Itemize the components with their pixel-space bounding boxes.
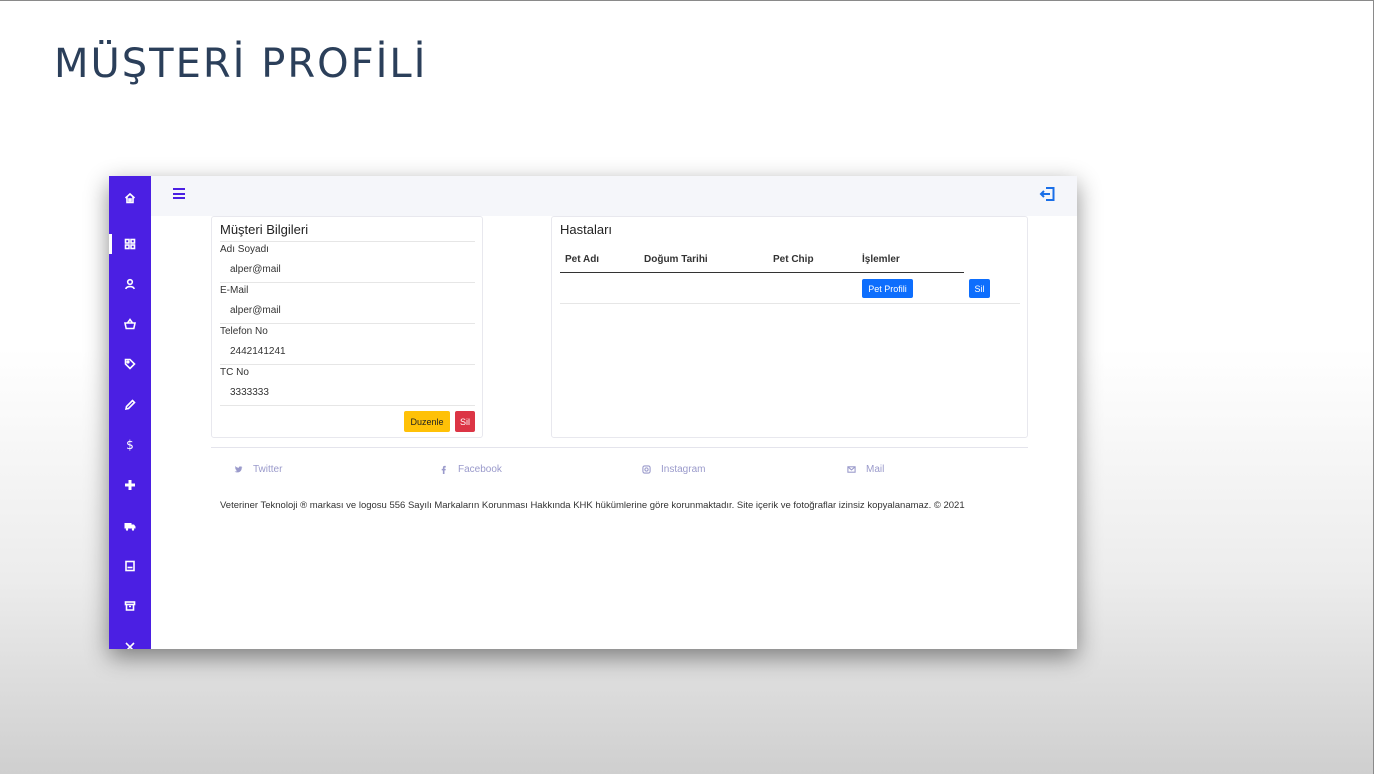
user-icon[interactable] xyxy=(109,274,151,294)
tag-icon[interactable] xyxy=(109,354,151,374)
column-header-birth-date: Doğum Tarihi xyxy=(644,254,708,265)
field-value: alper@mail xyxy=(230,264,281,275)
field-email: E-Mail alper@mail xyxy=(220,283,475,324)
instagram-link[interactable]: Instagram xyxy=(642,464,705,475)
field-label: Adı Soyadı xyxy=(220,244,269,255)
table-row-divider xyxy=(560,303,1020,304)
home-icon[interactable] xyxy=(109,188,151,208)
pencil-icon[interactable] xyxy=(109,395,151,415)
field-value: 3333333 xyxy=(230,387,269,398)
facebook-link[interactable]: Facebook xyxy=(439,464,502,475)
twitter-label: Twitter xyxy=(253,464,283,475)
delete-customer-button[interactable]: Sil xyxy=(455,411,475,432)
app-window: $ Müşteri Bilgileri Adı Soyadı alper@mai xyxy=(109,176,1077,649)
column-header-pet-chip: Pet Chip xyxy=(773,254,814,265)
topbar xyxy=(151,176,1077,216)
facebook-icon xyxy=(439,465,448,474)
patients-card-title: Hastaları xyxy=(560,222,613,237)
mail-link[interactable]: Mail xyxy=(847,464,884,475)
delete-pet-button[interactable]: Sil xyxy=(969,279,990,298)
sidebar: $ xyxy=(109,176,151,649)
tools-icon[interactable] xyxy=(109,637,151,649)
patients-card: Hastaları Pet Adı Doğum Tarihi Pet Chip … xyxy=(551,216,1028,438)
twitter-icon xyxy=(234,465,243,474)
mail-icon xyxy=(847,465,856,474)
footer-divider xyxy=(211,447,1028,448)
column-header-pet-name: Pet Adı xyxy=(565,254,600,265)
dollar-icon[interactable]: $ xyxy=(109,435,151,455)
truck-icon[interactable] xyxy=(109,516,151,536)
medical-cross-icon[interactable] xyxy=(109,475,151,495)
field-label: TC No xyxy=(220,367,249,378)
table-header-divider xyxy=(560,272,964,273)
logout-icon[interactable] xyxy=(1039,185,1057,203)
dashboard-icon[interactable] xyxy=(109,234,151,254)
edit-button[interactable]: Duzenle xyxy=(404,411,450,432)
slide-title: MÜŞTERİ PROFİLİ xyxy=(54,41,428,87)
field-value: 2442141241 xyxy=(230,346,286,357)
facebook-label: Facebook xyxy=(458,464,502,475)
twitter-link[interactable]: Twitter xyxy=(234,464,282,475)
basket-icon[interactable] xyxy=(109,314,151,334)
customer-info-card: Müşteri Bilgileri Adı Soyadı alper@mail … xyxy=(211,216,483,438)
hamburger-icon[interactable] xyxy=(173,188,185,200)
copyright-text: Veteriner Teknoloji ® markası ve logosu … xyxy=(220,500,965,511)
mail-label: Mail xyxy=(866,464,885,475)
field-name: Adı Soyadı alper@mail xyxy=(220,242,475,283)
archive-icon[interactable] xyxy=(109,596,151,616)
field-label: E-Mail xyxy=(220,285,249,296)
field-value: alper@mail xyxy=(230,305,281,316)
column-header-actions: İşlemler xyxy=(862,254,900,265)
instagram-icon xyxy=(642,465,651,474)
document-icon[interactable] xyxy=(109,556,151,576)
field-label: Telefon No xyxy=(220,326,268,337)
customer-card-title: Müşteri Bilgileri xyxy=(220,222,309,237)
pet-profile-button[interactable]: Pet Profili xyxy=(862,279,913,298)
instagram-label: Instagram xyxy=(661,464,706,475)
field-tc: TC No 3333333 xyxy=(220,365,475,406)
field-phone: Telefon No 2442141241 xyxy=(220,324,475,365)
